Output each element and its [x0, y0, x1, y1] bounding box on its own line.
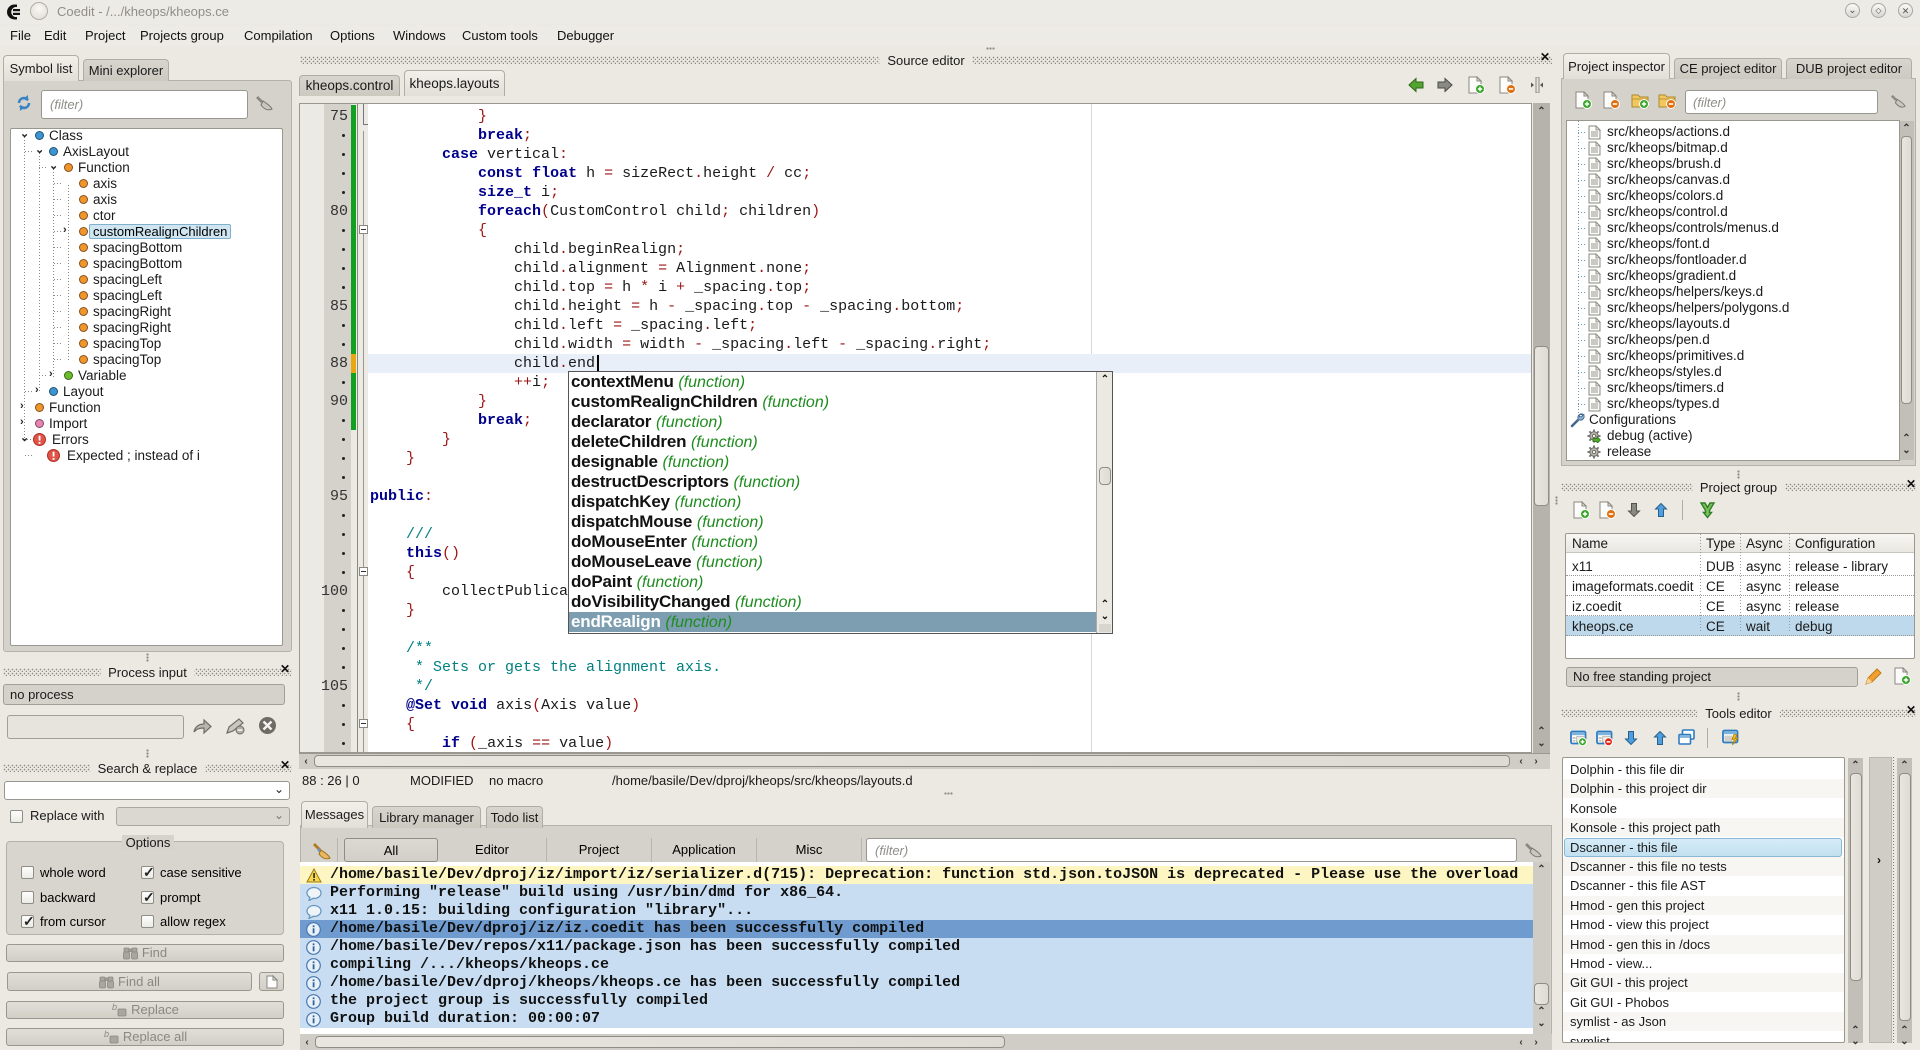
svg-text:b: b: [104, 1030, 109, 1039]
svg-text:b: b: [112, 1003, 117, 1012]
